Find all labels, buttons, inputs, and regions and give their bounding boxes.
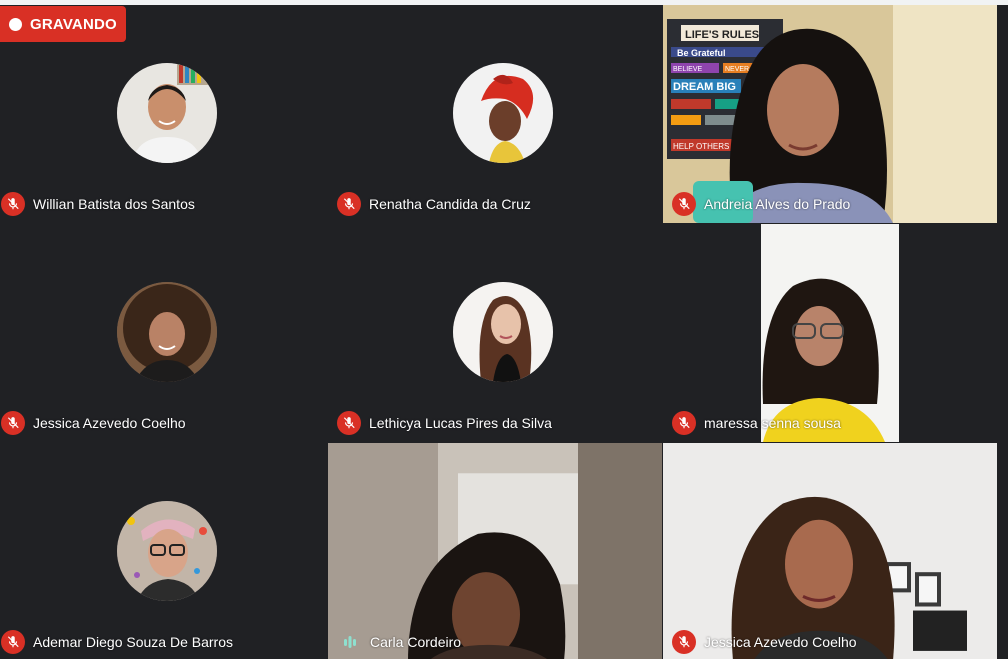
participant-tile[interactable]: Ademar Diego Souza De Barros — [0, 443, 334, 659]
name-bar: Andreia Alves do Prado — [663, 191, 850, 217]
participant-video-tile[interactable]: Carla Cordeiro — [328, 443, 662, 659]
name-bar: Renatha Candida da Cruz — [336, 191, 531, 217]
poster-text: DREAM BIG — [673, 81, 736, 93]
participant-name: Jessica Azevedo Coelho — [704, 634, 857, 650]
mic-off-icon[interactable] — [672, 411, 696, 435]
participant-name: Lethicya Lucas Pires da Silva — [369, 415, 552, 431]
participant-tile[interactable]: Renatha Candida da Cruz — [336, 5, 670, 223]
mic-off-icon[interactable] — [672, 630, 696, 654]
name-bar: Carla Cordeiro — [328, 629, 461, 655]
name-bar: maressa senna sousa — [663, 410, 841, 436]
mic-off-icon[interactable] — [1, 630, 25, 654]
participant-name: Willian Batista dos Santos — [33, 196, 195, 212]
name-bar: Jessica Azevedo Coelho — [663, 629, 857, 655]
name-bar: Lethicya Lucas Pires da Silva — [336, 410, 552, 436]
avatar — [453, 282, 553, 382]
speaking-indicator-icon — [338, 630, 362, 654]
participant-name: Carla Cordeiro — [370, 634, 462, 650]
participant-video — [663, 443, 997, 659]
mic-off-icon[interactable] — [337, 192, 361, 216]
participant-name: Andreia Alves do Prado — [704, 196, 851, 212]
avatar — [117, 63, 217, 163]
name-bar: Jessica Azevedo Coelho — [0, 410, 186, 436]
mic-off-icon[interactable] — [337, 411, 361, 435]
participant-video-tile[interactable]: maressa senna sousa — [663, 224, 997, 442]
avatar — [453, 63, 553, 163]
recording-dot-icon — [9, 17, 22, 31]
avatar — [117, 501, 217, 601]
avatar — [117, 282, 217, 382]
participant-name: Renatha Candida da Cruz — [369, 196, 531, 212]
poster-text: NEVER — [725, 66, 749, 73]
poster-text: BELIEVE — [673, 66, 703, 73]
name-bar: Ademar Diego Souza De Barros — [0, 629, 233, 655]
mic-off-icon[interactable] — [672, 192, 696, 216]
participant-name: maressa senna sousa — [704, 415, 841, 431]
participant-tile[interactable]: Jessica Azevedo Coelho — [0, 224, 334, 442]
poster-text: LIFE'S RULES — [685, 29, 759, 41]
poster-text: Be Grateful — [677, 48, 726, 58]
recording-label: GRAVANDO — [30, 15, 117, 33]
poster-text: HELP OTHERS — [673, 142, 729, 151]
participant-name: Ademar Diego Souza De Barros — [33, 634, 233, 650]
participant-video-tile[interactable]: LIFE'S RULES Be Grateful BELIEVE NEVER D… — [663, 5, 997, 223]
participant-video-tile[interactable]: Jessica Azevedo Coelho — [663, 443, 997, 659]
participant-name: Jessica Azevedo Coelho — [33, 415, 186, 431]
mic-off-icon[interactable] — [1, 411, 25, 435]
mic-off-icon[interactable] — [1, 192, 25, 216]
recording-badge: GRAVANDO — [0, 6, 126, 42]
participant-video — [328, 443, 662, 659]
participant-grid: Willian Batista dos Santos Renatha Candi… — [0, 5, 1008, 659]
participant-tile[interactable]: Lethicya Lucas Pires da Silva — [336, 224, 670, 442]
name-bar: Willian Batista dos Santos — [0, 191, 195, 217]
